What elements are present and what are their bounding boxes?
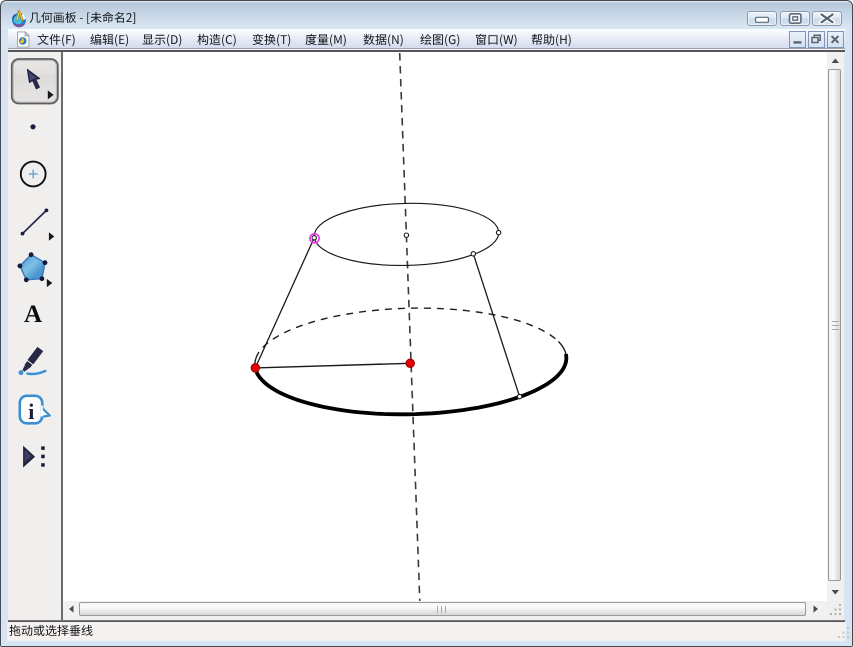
- svg-text:i: i: [28, 399, 34, 424]
- svg-text:A: A: [24, 301, 42, 328]
